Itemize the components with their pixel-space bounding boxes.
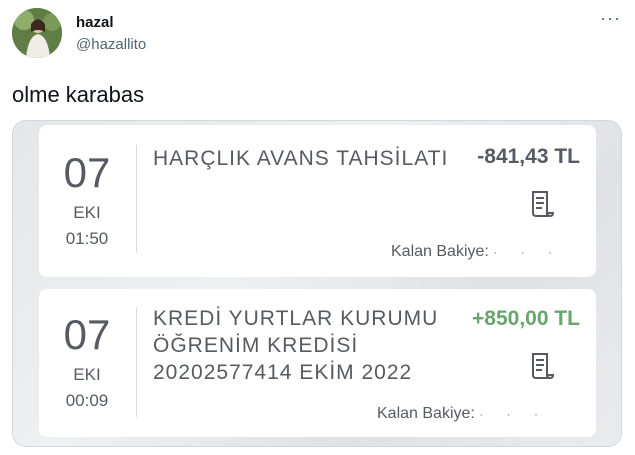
transaction-month: EKI bbox=[73, 203, 101, 222]
tweet-media[interactable]: 07 EKI 01:50 HARÇLIK AVANS TAHSİLATI -84… bbox=[12, 120, 622, 447]
transaction-time: 01:50 bbox=[65, 229, 109, 248]
author-handle[interactable]: @hazallito bbox=[76, 36, 146, 53]
balance-value: · · · bbox=[479, 407, 548, 421]
transaction-day: 07 bbox=[63, 311, 111, 358]
transaction-day: 07 bbox=[63, 149, 111, 196]
avatar[interactable] bbox=[12, 8, 62, 58]
receipt-icon[interactable] bbox=[527, 351, 555, 381]
balance-label: Kalan Bakiye: bbox=[377, 405, 475, 422]
transaction-amount: -841,43 TL bbox=[477, 145, 580, 168]
title-line: KREDİ YURTLAR KURUMU bbox=[153, 307, 439, 330]
receipt-icon[interactable] bbox=[527, 189, 555, 219]
more-dots-icon[interactable]: ··· bbox=[600, 8, 621, 29]
transaction-month: EKI bbox=[73, 365, 101, 384]
transaction-card: 07 EKI 01:50 HARÇLIK AVANS TAHSİLATI -84… bbox=[39, 125, 596, 277]
divider bbox=[136, 145, 137, 253]
balance: Kalan Bakiye: · · · bbox=[391, 243, 562, 261]
title-line: 20202577414 EKİM 2022 bbox=[153, 361, 413, 384]
title-line: ÖĞRENİM KREDİSİ bbox=[153, 334, 359, 357]
balance: Kalan Bakiye: · · · bbox=[377, 405, 548, 423]
transaction-title: HARÇLIK AVANS TAHSİLATI bbox=[153, 145, 448, 172]
tweet-text: olme karabas bbox=[12, 82, 145, 107]
divider bbox=[136, 307, 137, 417]
author-name[interactable]: hazal bbox=[76, 14, 114, 31]
transaction-card: 07 EKI 00:09 KREDİ YURTLAR KURUMU ÖĞRENİ… bbox=[39, 289, 596, 437]
balance-label: Kalan Bakiye: bbox=[391, 243, 489, 260]
transaction-amount: +850,00 TL bbox=[472, 307, 580, 330]
title-line: HARÇLIK AVANS TAHSİLATI bbox=[153, 147, 449, 170]
transaction-title: KREDİ YURTLAR KURUMU ÖĞRENİM KREDİSİ 202… bbox=[153, 305, 438, 386]
balance-value: · · · bbox=[493, 245, 562, 259]
transaction-date: 07 EKI 00:09 bbox=[39, 311, 135, 411]
transaction-time: 00:09 bbox=[65, 391, 109, 410]
transaction-date: 07 EKI 01:50 bbox=[39, 149, 135, 249]
